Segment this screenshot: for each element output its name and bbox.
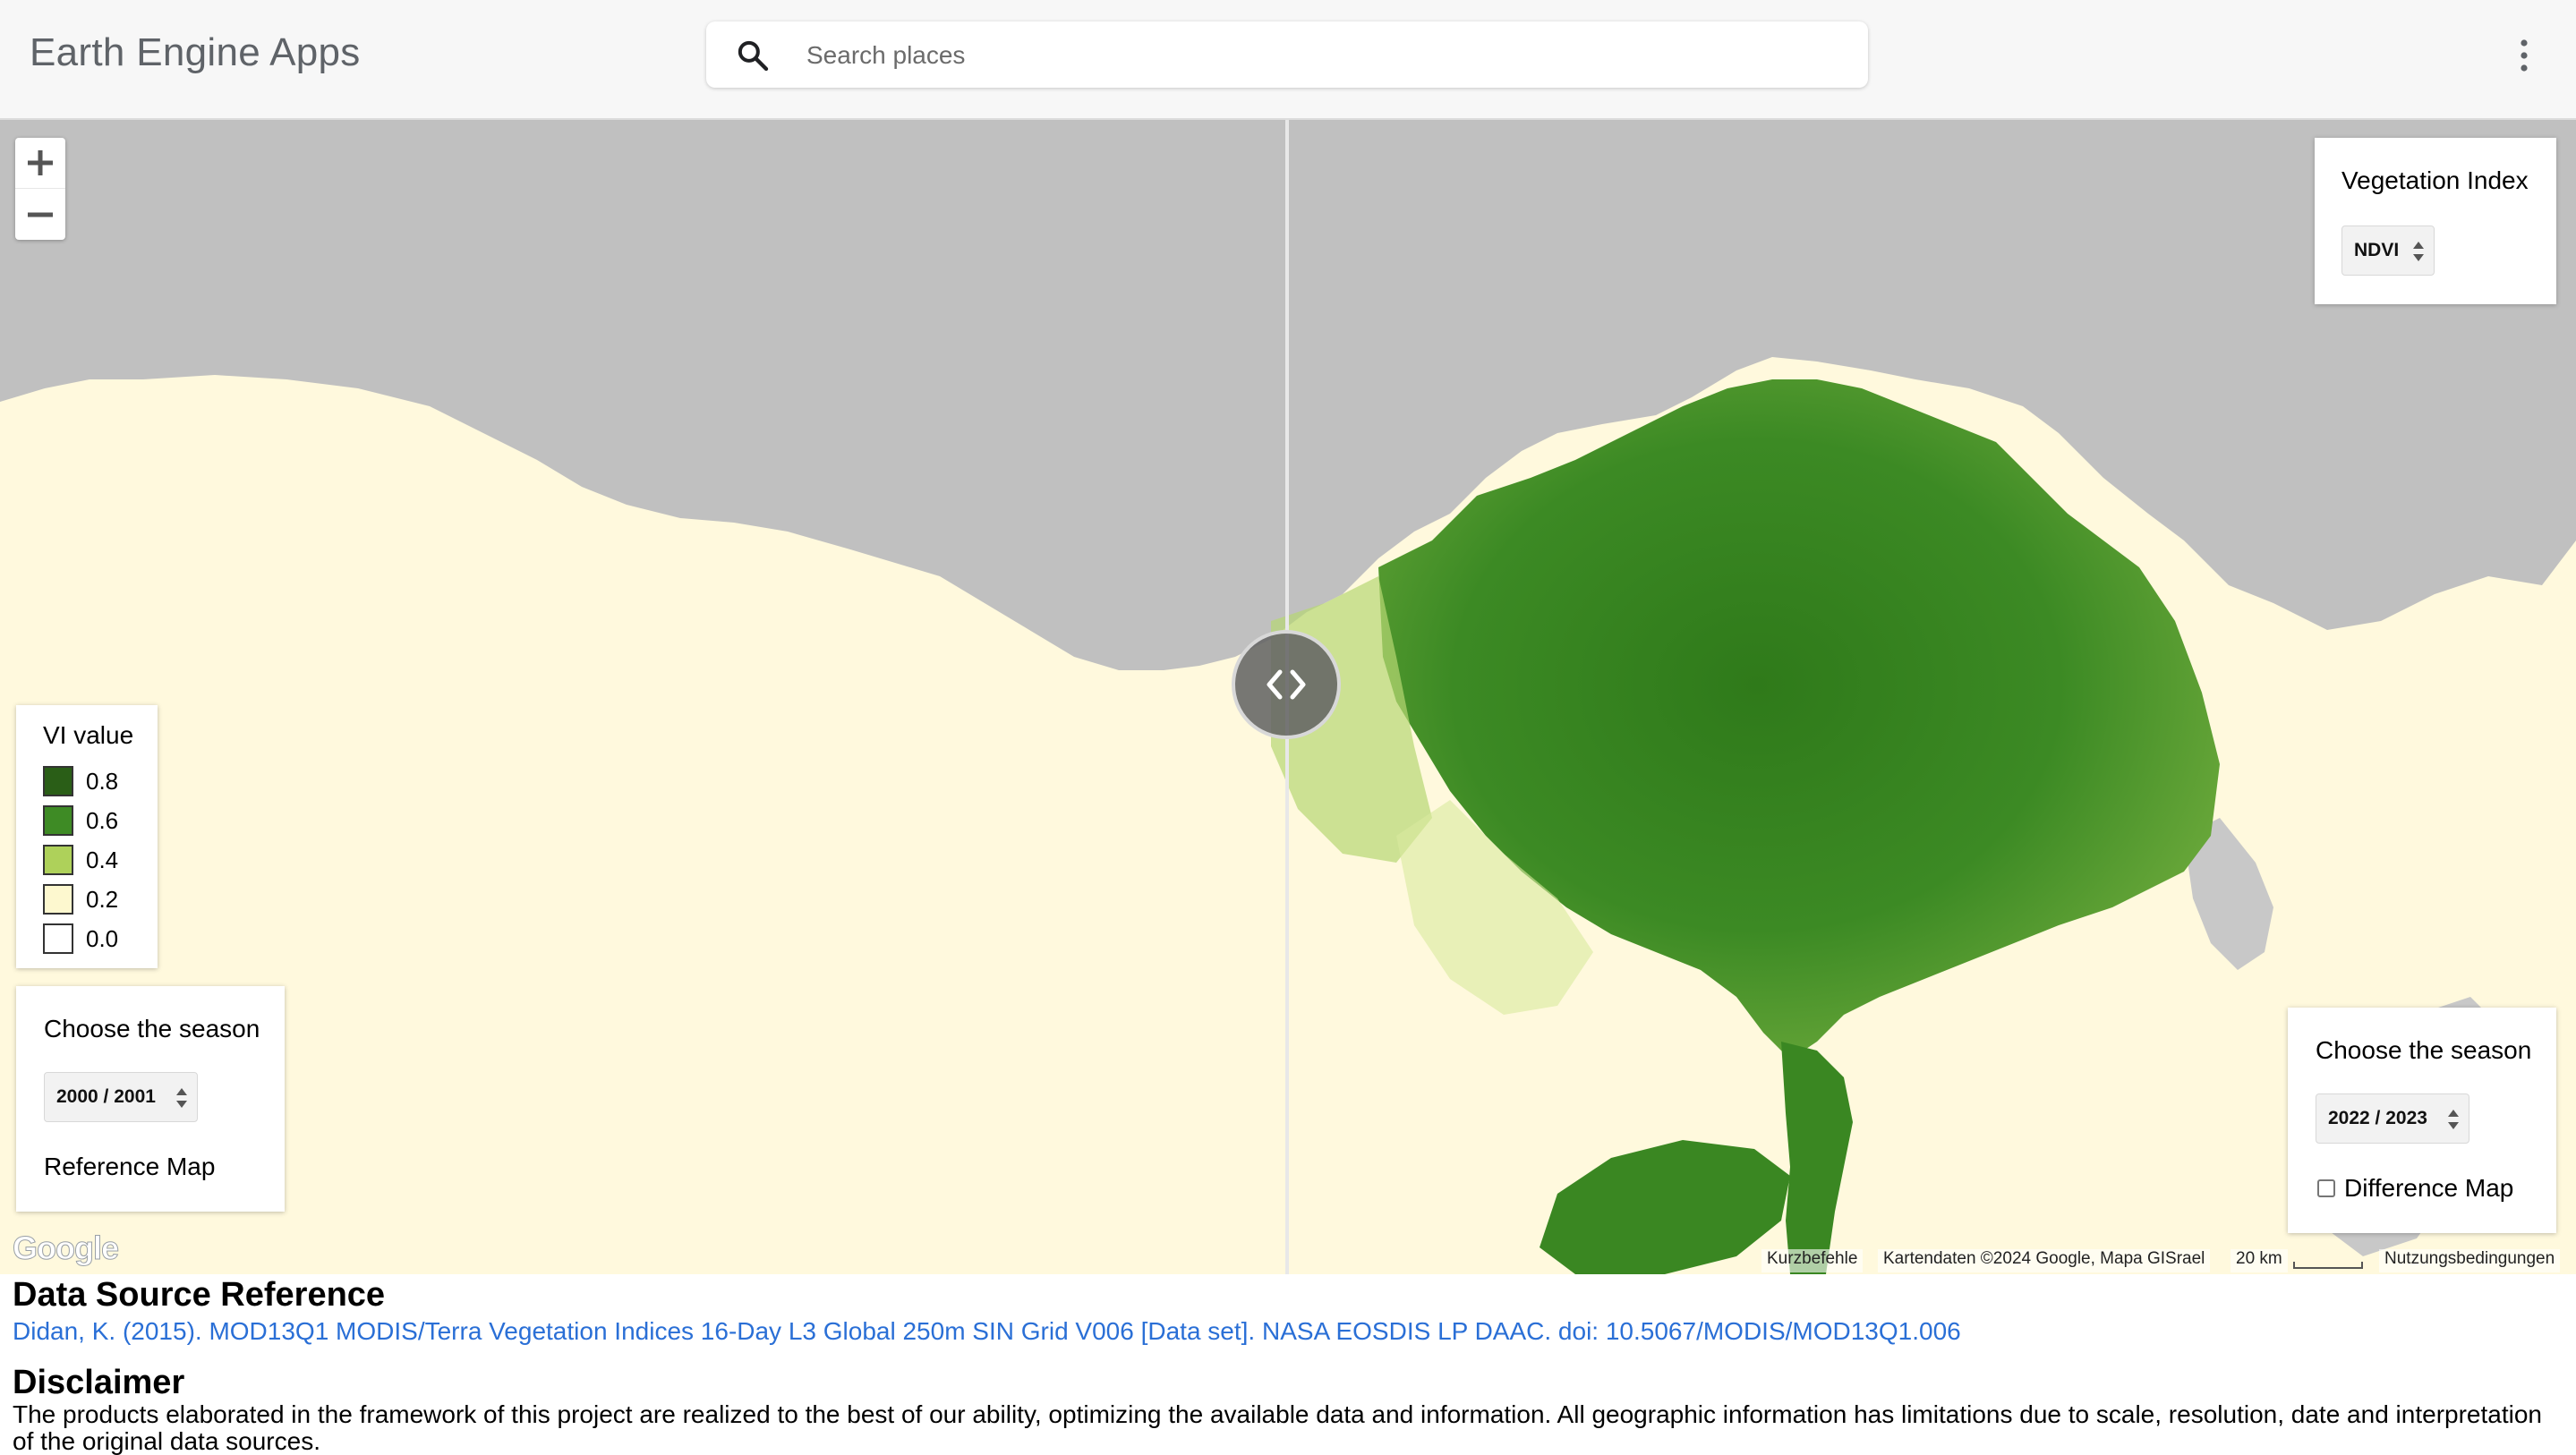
google-logo: Google xyxy=(13,1230,120,1267)
comparison-season-select[interactable]: 2022 / 2023 xyxy=(2316,1093,2469,1144)
map-data-attribution[interactable]: Kartendaten ©2024 Google, Mapa GISrael xyxy=(1878,1249,2211,1272)
reference-season-value: 2000 / 2001 xyxy=(56,1086,156,1107)
season-label: Choose the season xyxy=(44,1015,260,1042)
legend-label: 0.4 xyxy=(86,847,119,873)
swipe-handle[interactable] xyxy=(1232,630,1341,739)
legend-label: 0.2 xyxy=(86,886,119,913)
data-source-link[interactable]: Didan, K. (2015). MOD13Q1 MODIS/Terra Ve… xyxy=(13,1317,1961,1346)
search-box[interactable] xyxy=(706,21,1868,88)
legend-label: 0.6 xyxy=(86,807,119,834)
select-arrows-icon xyxy=(2448,1110,2459,1129)
minus-icon xyxy=(28,212,53,217)
legend-swatch xyxy=(43,884,73,915)
terms-link[interactable]: Nutzungsbedingungen xyxy=(2379,1249,2561,1272)
vegetation-index-panel: Vegetation Index NDVI xyxy=(2315,138,2556,304)
disclaimer-text: The products elaborated in the framework… xyxy=(13,1400,2542,1455)
select-arrows-icon xyxy=(176,1088,187,1108)
scale-bar xyxy=(2293,1262,2363,1269)
app-title: Earth Engine Apps xyxy=(30,30,361,74)
legend-swatch xyxy=(43,805,73,836)
legend-label: 0.0 xyxy=(86,925,119,952)
zoom-control xyxy=(15,138,65,240)
app-header: Earth Engine Apps xyxy=(0,0,2576,120)
map-view[interactable]: Vegetation Index NDVI VI value 0.8 0.6 0… xyxy=(0,120,2576,1274)
vegetation-index-value: NDVI xyxy=(2354,240,2400,260)
comparison-season-panel: Choose the season 2022 / 2023 Difference… xyxy=(2288,1008,2556,1233)
data-source-heading: Data Source Reference xyxy=(13,1276,386,1314)
legend-panel: VI value 0.8 0.6 0.4 0.2 0.0 xyxy=(16,705,158,968)
reference-season-panel: Choose the season 2000 / 2001 Reference … xyxy=(16,986,285,1212)
reference-map-caption: Reference Map xyxy=(44,1153,216,1180)
search-input[interactable] xyxy=(805,30,1838,81)
legend-swatch xyxy=(43,845,73,875)
legend-swatch xyxy=(43,923,73,954)
difference-map-checkbox[interactable] xyxy=(2317,1179,2335,1197)
comparison-season-value: 2022 / 2023 xyxy=(2328,1108,2427,1128)
disclaimer-heading: Disclaimer xyxy=(13,1364,185,1401)
difference-map-label[interactable]: Difference Map xyxy=(2344,1174,2513,1203)
vegetation-index-select[interactable]: NDVI xyxy=(2341,225,2435,276)
legend-label: 0.8 xyxy=(86,768,119,795)
season-label: Choose the season xyxy=(2316,1036,2532,1064)
keyboard-shortcuts-link[interactable]: Kurzbefehle xyxy=(1761,1249,1864,1272)
legend-swatch xyxy=(43,766,73,796)
zoom-out-button[interactable] xyxy=(15,190,65,240)
chevron-left-right-icon xyxy=(1267,669,1306,700)
plus-icon xyxy=(28,150,53,175)
vegetation-index-title: Vegetation Index xyxy=(2341,166,2529,194)
select-arrows-icon xyxy=(2413,242,2424,261)
more-vert-icon[interactable] xyxy=(2510,34,2538,77)
scale-label[interactable]: 20 km xyxy=(2231,1249,2288,1272)
legend-title: VI value xyxy=(43,721,134,749)
reference-season-select[interactable]: 2000 / 2001 xyxy=(44,1072,198,1122)
zoom-in-button[interactable] xyxy=(15,138,65,189)
search-icon xyxy=(738,40,769,72)
